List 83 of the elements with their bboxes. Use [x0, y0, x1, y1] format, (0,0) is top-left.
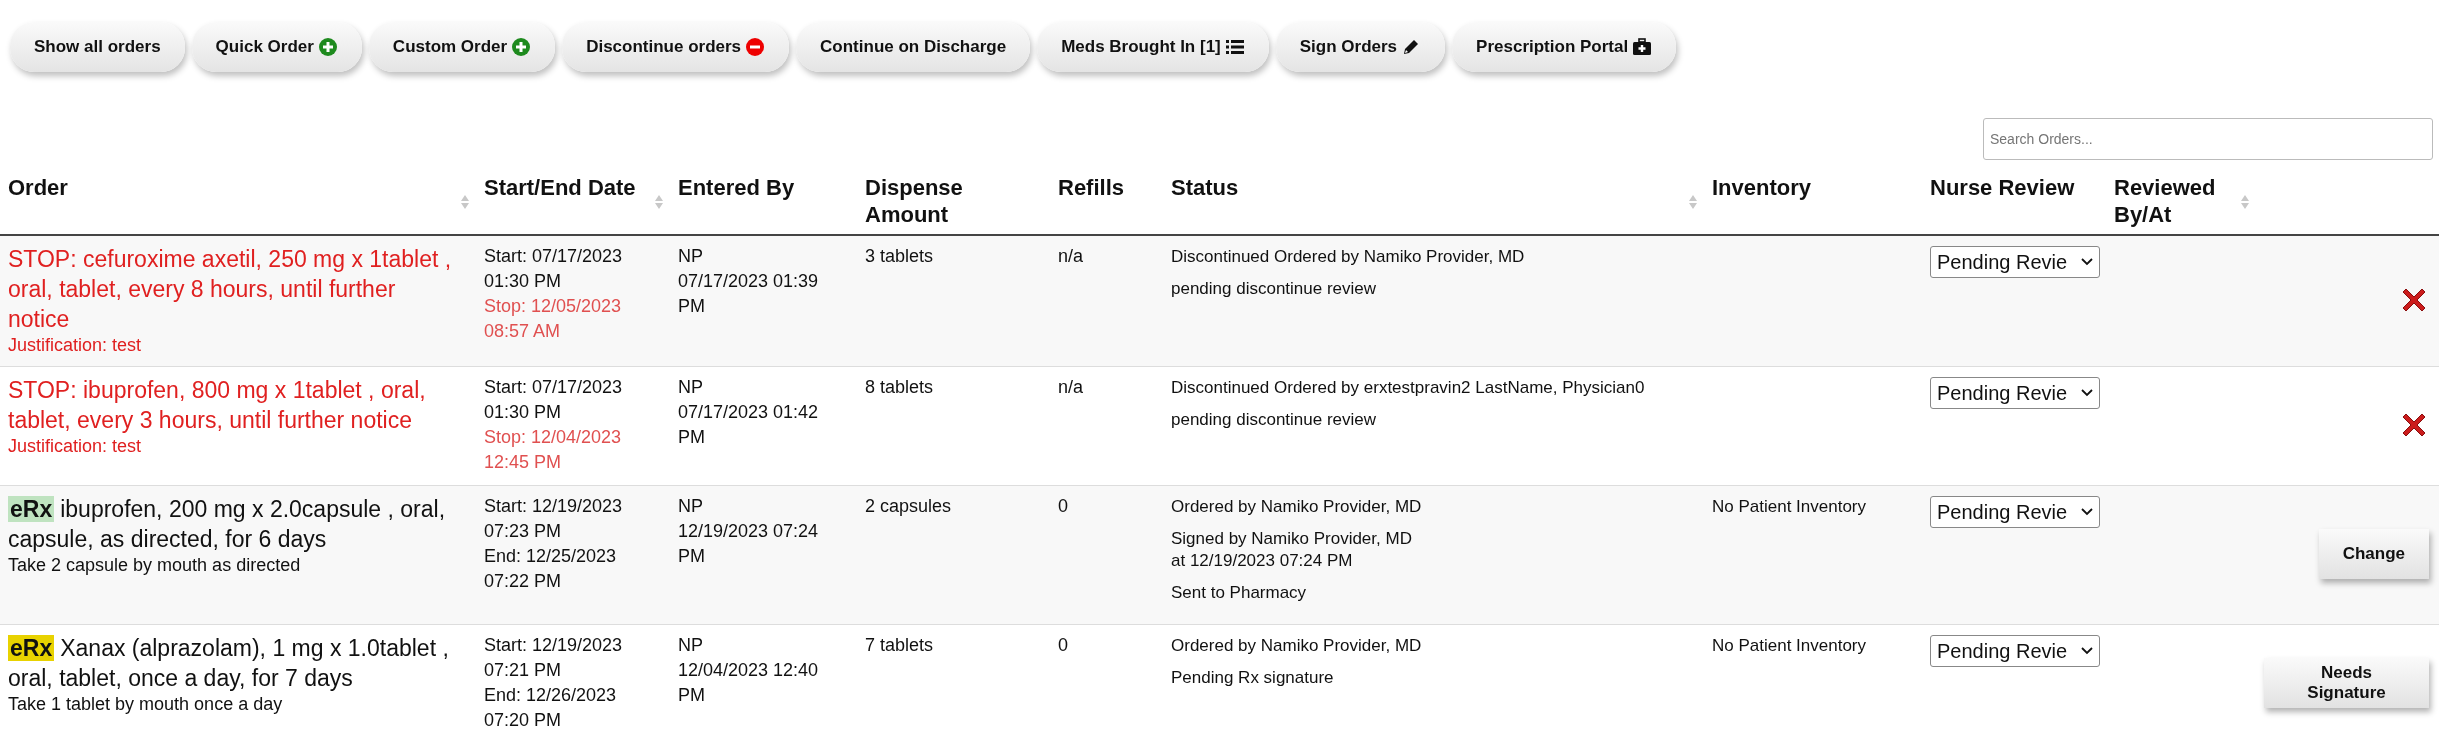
order-note: Justification: test	[8, 334, 143, 356]
status-text: Ordered by Namiko Provider, MD	[1171, 496, 1423, 518]
order-date: End: 12/25/2023 07:22 PM	[484, 545, 618, 593]
order-date: Stop: 12/04/2023 12:45 PM	[484, 426, 623, 474]
order-text: eRx ibuprofen, 200 mg x 2.0capsule , oral, capsule, as directed, for 6 days	[8, 495, 447, 554]
order-text: STOP: cefuroxime axetil, 250 mg x 1tablet , oral, tablet, every 8 hours, until further notice	[8, 245, 453, 334]
column-header[interactable]: Status	[1171, 174, 1698, 210]
refills: n/a	[1058, 376, 1084, 399]
search-field[interactable]: Search Orders...	[1983, 118, 2433, 160]
status-text: pending discontinue review	[1171, 409, 1378, 431]
order-note: Take 2 capsule by mouth as directed	[8, 554, 302, 576]
dispense-amount: 8 tablets	[865, 376, 934, 399]
column-header[interactable]: Nurse Review	[1930, 174, 2075, 201]
sort-icon	[2240, 194, 2250, 210]
column-header[interactable]: Order	[8, 174, 470, 210]
column-header[interactable]: Dispense Amount	[865, 174, 1044, 228]
column-header[interactable]: Start/End Date	[484, 174, 664, 210]
status-text: at 12/19/2023 07:24 PM	[1171, 550, 1354, 572]
nurse-review-select[interactable]: Pending Revie	[1930, 635, 2100, 667]
action-button[interactable]: Needs Signature	[2264, 658, 2429, 708]
refills: n/a	[1058, 245, 1084, 268]
toolbar-button[interactable]: Custom Order	[368, 22, 556, 72]
plus-circle-icon	[317, 37, 338, 57]
status-text: Sent to Pharmacy	[1171, 582, 1308, 604]
entered-at: 07/17/2023 01:42 PM	[678, 401, 820, 449]
chevron-down-icon	[2081, 258, 2093, 266]
chevron-down-icon	[2081, 389, 2093, 397]
nurse-review-select[interactable]: Pending Revie	[1930, 246, 2100, 278]
erx-tag: eRx	[8, 635, 55, 661]
entered-by: NP	[678, 634, 704, 657]
column-header[interactable]: Reviewed By/At	[2114, 174, 2250, 228]
erx-tag: eRx	[8, 496, 55, 522]
minus-circle-icon	[745, 37, 766, 57]
toolbar-button[interactable]: Show all orders	[10, 22, 185, 72]
sort-icon	[460, 194, 470, 210]
order-date: Start: 07/17/2023 01:30 PM	[484, 245, 624, 293]
dispense-amount: 2 capsules	[865, 495, 952, 518]
order-date: End: 12/26/2023 07:20 PM	[484, 684, 618, 732]
order-text: eRx Xanax (alprazolam), 1 mg x 1.0tablet , oral, tablet, once a day, for 7 days	[8, 634, 450, 693]
order-date: Start: 12/19/2023 07:21 PM	[484, 634, 624, 682]
list-icon	[1224, 37, 1245, 57]
toolbar-button[interactable]: Quick Order	[191, 22, 362, 72]
entered-by: NP	[678, 495, 704, 518]
nurse-review-select[interactable]: Pending Revie	[1930, 496, 2100, 528]
column-header[interactable]: Inventory	[1712, 174, 1812, 201]
order-date: Start: 12/19/2023 07:23 PM	[484, 495, 624, 543]
chevron-down-icon	[2081, 508, 2093, 516]
entered-at: 07/17/2023 01:39 PM	[678, 270, 820, 318]
toolbar-button[interactable]: Discontinue orders	[562, 22, 790, 72]
dispense-amount: 3 tablets	[865, 245, 934, 268]
column-header[interactable]: Entered By	[678, 174, 795, 201]
entered-at: 12/04/2023 12:40 PM	[678, 659, 820, 707]
status-text: Signed by Namiko Provider, MD	[1171, 528, 1413, 550]
sort-icon	[1688, 194, 1698, 210]
column-header[interactable]: Refills	[1058, 174, 1125, 201]
toolbar-button[interactable]: Sign Orders	[1275, 22, 1446, 72]
sort-icon	[654, 194, 664, 210]
status-text: Discontinued Ordered by Namiko Provider, MD	[1171, 246, 1526, 268]
plus-circle-icon	[511, 37, 532, 57]
dispense-amount: 7 tablets	[865, 634, 934, 657]
entered-by: NP	[678, 376, 704, 399]
status-text: pending discontinue review	[1171, 278, 1378, 300]
action-button[interactable]: Change	[2318, 529, 2429, 579]
order-date: Stop: 12/05/2023 08:57 AM	[484, 295, 623, 343]
order-date: Start: 07/17/2023 01:30 PM	[484, 376, 624, 424]
inventory-text: No Patient Inventory	[1712, 635, 1868, 657]
status-text: Ordered by Namiko Provider, MD	[1171, 635, 1423, 657]
status-text: Discontinued Ordered by erxtestpravin2 LastName, Physician0	[1171, 377, 1646, 399]
order-note: Justification: test	[8, 435, 143, 457]
order-text: STOP: ibuprofen, 800 mg x 1tablet , oral, tablet, every 3 hours, until further notice	[8, 376, 427, 435]
nurse-review-select[interactable]: Pending Revie	[1930, 377, 2100, 409]
entered-at: 12/19/2023 07:24 PM	[678, 520, 820, 568]
status-text: Pending Rx signature	[1171, 667, 1335, 689]
medkit-icon	[1632, 37, 1653, 57]
inventory-text: No Patient Inventory	[1712, 496, 1868, 518]
chevron-down-icon	[2081, 647, 2093, 655]
refills: 0	[1058, 495, 1068, 518]
toolbar-button[interactable]: Prescription Portal	[1452, 22, 1677, 72]
refills: 0	[1058, 634, 1068, 657]
entered-by: NP	[678, 245, 704, 268]
toolbar-button[interactable]: Meds Brought In [1]	[1037, 22, 1269, 72]
order-note: Take 1 tablet by mouth once a day	[8, 693, 284, 715]
toolbar-button[interactable]: Continue on Discharge	[796, 22, 1031, 72]
